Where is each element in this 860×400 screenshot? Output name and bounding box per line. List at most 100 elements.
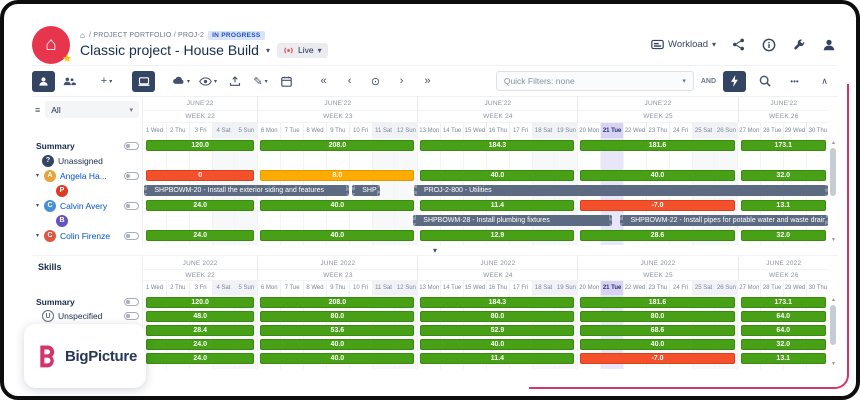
task-bar[interactable]: SHPB: [352, 185, 379, 196]
workload-bar[interactable]: 181.6: [580, 140, 734, 151]
workload-bar[interactable]: -7.0: [580, 200, 734, 211]
scrollbar-thumb[interactable]: [830, 305, 836, 345]
workload-bar[interactable]: 40.0: [260, 339, 414, 350]
task-bar[interactable]: SHPBOWM-28 - Install plumbing fixtures: [413, 215, 612, 226]
workload-bar[interactable]: 48.0: [146, 311, 254, 322]
workload-bar[interactable]: 173.1: [741, 140, 826, 151]
workload-bar[interactable]: 80.0: [580, 311, 734, 322]
workload-bar[interactable]: 184.3: [420, 297, 574, 308]
row-expand-chevron-icon[interactable]: ▾: [36, 232, 44, 239]
search-button[interactable]: [753, 71, 776, 92]
workload-bar[interactable]: 32.0: [741, 339, 826, 350]
row-label[interactable]: Calvin Avery: [60, 201, 107, 211]
workload-bar[interactable]: 32.0: [741, 230, 826, 241]
home-icon[interactable]: ⌂: [80, 31, 85, 40]
workload-bar[interactable]: 40.0: [260, 353, 414, 364]
title-chevron-down-icon[interactable]: ▾: [266, 46, 270, 55]
workload-bar[interactable]: 13.1: [741, 200, 826, 211]
edit-button[interactable]: ✎▾: [249, 71, 272, 92]
workload-bar[interactable]: 64.0: [741, 311, 826, 322]
section-expander[interactable]: ▾: [32, 245, 838, 256]
workload-bar[interactable]: 120.0: [146, 297, 254, 308]
step-back-button[interactable]: ‹: [338, 71, 361, 92]
workload-bar[interactable]: 80.0: [260, 311, 414, 322]
workload-bar[interactable]: 8.0: [260, 170, 414, 181]
share-button[interactable]: [731, 37, 746, 52]
workload-bar[interactable]: 52.9: [420, 325, 574, 336]
row-label[interactable]: Angela Ha...: [60, 171, 107, 181]
jump-start-button[interactable]: «: [312, 71, 335, 92]
workload-bar[interactable]: 68.6: [580, 325, 734, 336]
row-toggle[interactable]: [124, 232, 139, 240]
scrollbar-thumb[interactable]: [830, 148, 836, 196]
row-toggle[interactable]: [124, 172, 139, 180]
collapse-toolbar-button[interactable]: ∧: [813, 71, 836, 92]
jump-end-button[interactable]: »: [416, 71, 439, 92]
resource-filter-select[interactable]: All▾: [45, 101, 139, 118]
workload-bar[interactable]: 40.0: [580, 339, 734, 350]
row-expand-chevron-icon[interactable]: ▾: [36, 172, 44, 179]
add-button[interactable]: +▾: [95, 71, 118, 92]
workload-bar[interactable]: 0: [146, 170, 254, 181]
workload-bar[interactable]: 53.6: [260, 325, 414, 336]
workload-bar[interactable]: 28.6: [580, 230, 734, 241]
row-toggle[interactable]: [124, 312, 139, 320]
breadcrumb-path[interactable]: / PROJECT PORTFOLIO / PROJ-2: [89, 32, 204, 39]
workload-bar[interactable]: -7.0: [580, 353, 734, 364]
scroll-down-arrow[interactable]: ▼: [829, 237, 838, 243]
filter-operator-toggle[interactable]: AND: [701, 78, 716, 85]
info-button[interactable]: [761, 37, 776, 52]
settings-wrench-button[interactable]: [791, 37, 806, 52]
scroll-up-arrow[interactable]: ▲: [829, 297, 838, 303]
workload-bar[interactable]: 11.4: [420, 353, 574, 364]
workload-bar[interactable]: 24.0: [146, 200, 254, 211]
workload-bar[interactable]: 12.9: [420, 230, 574, 241]
vertical-scrollbar[interactable]: ▲▼: [829, 257, 838, 369]
workload-bar[interactable]: 184.3: [420, 140, 574, 151]
workload-bar[interactable]: 32.0: [741, 170, 826, 181]
task-bar[interactable]: SHPBOWM-22 - Install pipes for potable w…: [620, 215, 827, 226]
go-to-today-button[interactable]: ⊙: [364, 71, 387, 92]
workload-bar[interactable]: 24.0: [146, 230, 254, 241]
step-forward-button[interactable]: ›: [390, 71, 413, 92]
workload-bar[interactable]: 13.1: [741, 353, 826, 364]
quick-filters-select[interactable]: Quick Filters: none ▾: [496, 71, 694, 91]
workload-bar[interactable]: 40.0: [260, 200, 414, 211]
workload-bar[interactable]: 28.4: [146, 325, 254, 336]
row-label[interactable]: Colin Firenze: [60, 231, 110, 241]
task-bar[interactable]: SHPBOWM-20 - Install the exterior siding…: [144, 185, 348, 196]
workload-bar[interactable]: 120.0: [146, 140, 254, 151]
workload-bar[interactable]: 24.0: [146, 339, 254, 350]
workload-bar[interactable]: 11.4: [420, 200, 574, 211]
calendar-button[interactable]: [275, 71, 298, 92]
module-selector[interactable]: Workload ▾: [651, 38, 716, 51]
workload-bar[interactable]: 40.0: [260, 230, 414, 241]
workload-bar[interactable]: 208.0: [260, 297, 414, 308]
workload-bar[interactable]: 40.0: [420, 339, 574, 350]
visibility-button[interactable]: ▾: [196, 71, 220, 92]
vertical-scrollbar[interactable]: ▲▼: [829, 97, 838, 245]
workload-bar[interactable]: 208.0: [260, 140, 414, 151]
scroll-up-arrow[interactable]: ▲: [829, 140, 838, 146]
teams-view-button[interactable]: [58, 71, 81, 92]
user-button[interactable]: [821, 37, 836, 52]
workload-bar[interactable]: 24.0: [146, 353, 254, 364]
scroll-down-arrow[interactable]: ▼: [829, 361, 838, 367]
live-toggle[interactable]: Live ▾: [277, 43, 328, 58]
auto-filter-button[interactable]: [723, 71, 746, 92]
export-button[interactable]: [223, 71, 246, 92]
row-toggle[interactable]: [124, 142, 139, 150]
workload-bar[interactable]: 80.0: [420, 311, 574, 322]
more-options-button[interactable]: •••: [783, 71, 806, 92]
row-toggle[interactable]: [124, 298, 139, 306]
list-icon[interactable]: ≡: [35, 105, 40, 115]
row-toggle[interactable]: [124, 202, 139, 210]
workload-bar[interactable]: 40.0: [420, 170, 574, 181]
resources-view-button[interactable]: [32, 71, 55, 92]
workload-bar[interactable]: 173.1: [741, 297, 826, 308]
workload-bar[interactable]: 181.6: [580, 297, 734, 308]
row-expand-chevron-icon[interactable]: ▾: [36, 202, 44, 209]
workload-bar[interactable]: 40.0: [580, 170, 734, 181]
display-mode-button[interactable]: ▾: [169, 71, 193, 92]
task-bar[interactable]: PROJ-2-800 - Utilities: [414, 185, 828, 196]
